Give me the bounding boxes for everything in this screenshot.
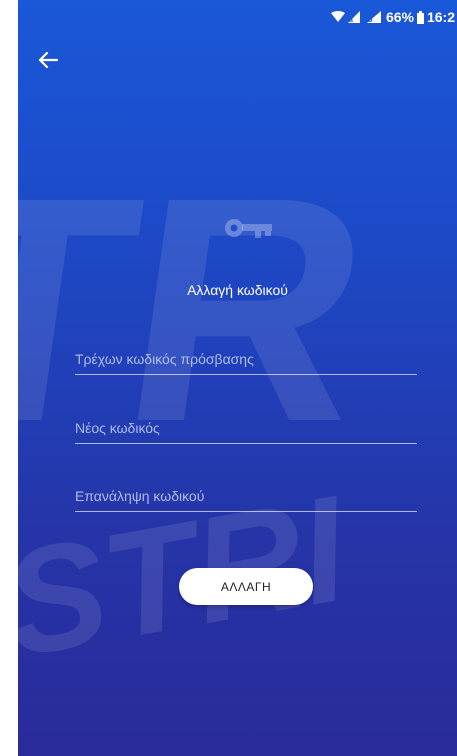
wifi-icon — [330, 11, 345, 23]
change-password-screen: a b 66% 16:2 Αλλαγή κωδικού ΑΛΛΑΓΗ — [18, 0, 457, 756]
repeat-password-input[interactable] — [75, 481, 417, 511]
new-password-field[interactable] — [75, 413, 417, 444]
battery-percent: 66% — [385, 9, 414, 25]
new-password-input[interactable] — [75, 413, 417, 443]
page: a b 66% 16:2 Αλλαγή κωδικού ΑΛΛΑΓΗ — [0, 0, 457, 756]
signal-icon: a — [347, 11, 364, 23]
current-password-field[interactable] — [75, 344, 417, 375]
signal-icon-2: b — [366, 11, 383, 23]
key-icon — [222, 214, 276, 247]
svg-text:b: b — [368, 17, 372, 23]
page-title: Αλλαγή κωδικού — [187, 282, 288, 298]
change-password-button[interactable]: ΑΛΛΑΓΗ — [179, 568, 313, 605]
clock: 16:2 — [426, 9, 455, 25]
battery-icon — [416, 10, 424, 24]
arrow-left-icon — [38, 51, 58, 69]
current-password-input[interactable] — [75, 344, 417, 374]
back-button[interactable] — [34, 46, 62, 74]
svg-text:a: a — [349, 17, 353, 23]
repeat-password-field[interactable] — [75, 481, 417, 512]
status-bar: a b 66% 16:2 — [18, 0, 457, 34]
